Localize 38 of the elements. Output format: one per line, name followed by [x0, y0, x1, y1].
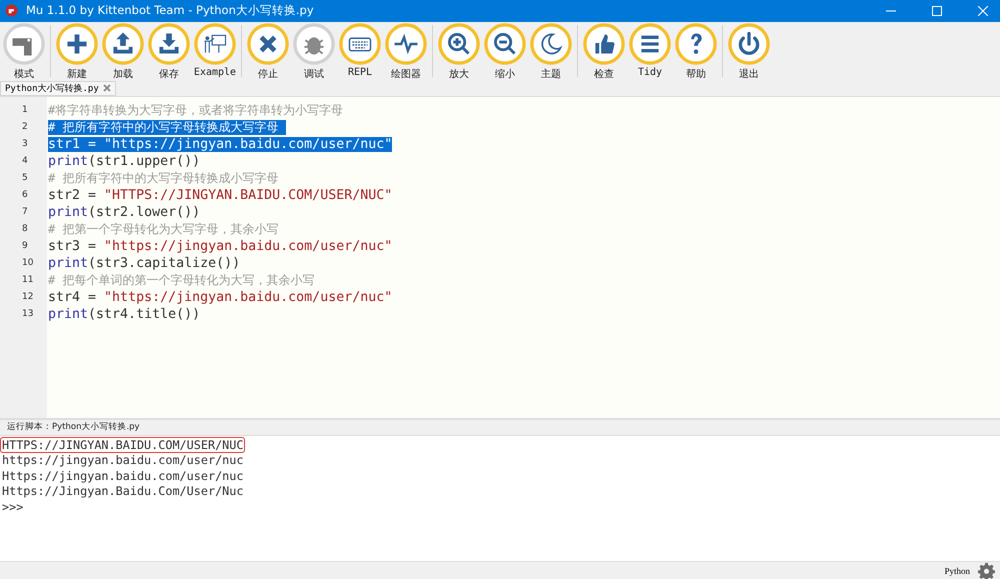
- code-line: str3 = "https://jingyan.baidu.com/user/nuc": [48, 238, 392, 254]
- close-icon[interactable]: [102, 84, 111, 92]
- tab-label[interactable]: Python大小写转换.py: [5, 82, 99, 95]
- line-number: 12: [21, 290, 34, 304]
- code-line: str2 = "HTTPS://JINGYAN.BAIDU.COM/USER/NUC": [48, 188, 392, 203]
- line-number: 8: [21, 222, 28, 236]
- line-number: 6: [21, 188, 28, 202]
- panel-title: 运行脚本：Python大小写转换.py: [7, 421, 140, 434]
- line-number: 10: [21, 256, 34, 270]
- code-line: # 把所有字符中的大写字母转换成小写字母: [48, 170, 278, 186]
- line-number: 2: [21, 120, 28, 134]
- output-line: >>>: [1, 498, 24, 515]
- code-line: print(str2.lower()): [48, 204, 200, 220]
- window-title: Mu 1.1.0 by Kittenbot Team - Python大小写转换.py: [26, 3, 315, 18]
- code-line: #将字符串转换为大写字母，或者将字符串转为小写字母: [48, 102, 344, 118]
- code-editor[interactable]: [0, 96, 1000, 418]
- line-number: 11: [21, 274, 34, 287]
- maximize-icon[interactable]: [932, 6, 942, 16]
- line-number: 1: [21, 104, 28, 117]
- file-tab[interactable]: Python大小写转换.py: [0, 80, 116, 96]
- line-number: 13: [21, 308, 34, 321]
- code-line: # 把每个单词的第一个字母转化为大写，其余小写: [48, 272, 314, 288]
- line-number: 3: [21, 138, 28, 151]
- line-number: 7: [21, 206, 28, 219]
- output-line: https://jingyan.baidu.com/user/nuc: [1, 452, 244, 468]
- code-line: print(str3.capitalize()): [48, 256, 240, 271]
- line-number: 5: [21, 172, 28, 185]
- code-line: str4 = "https://jingyan.baidu.com/user/nuc": [48, 290, 392, 305]
- mode-label: Python: [944, 566, 970, 576]
- line-number: 9: [21, 240, 28, 253]
- output-line: Https://Jingyan.Baidu.Com/User/Nuc: [1, 483, 244, 500]
- app-logo-icon: [5, 4, 18, 18]
- settings-icon[interactable]: [978, 562, 995, 579]
- code-line: print(str1.upper()): [48, 154, 200, 169]
- code-line: # 把第一个字母转化为大写字母，其余小写: [48, 222, 278, 237]
- output-line: Https://jingyan.baidu.com/user/nuc: [1, 468, 244, 484]
- line-number: 4: [21, 154, 28, 168]
- code-line: print(str4.title()): [48, 306, 200, 322]
